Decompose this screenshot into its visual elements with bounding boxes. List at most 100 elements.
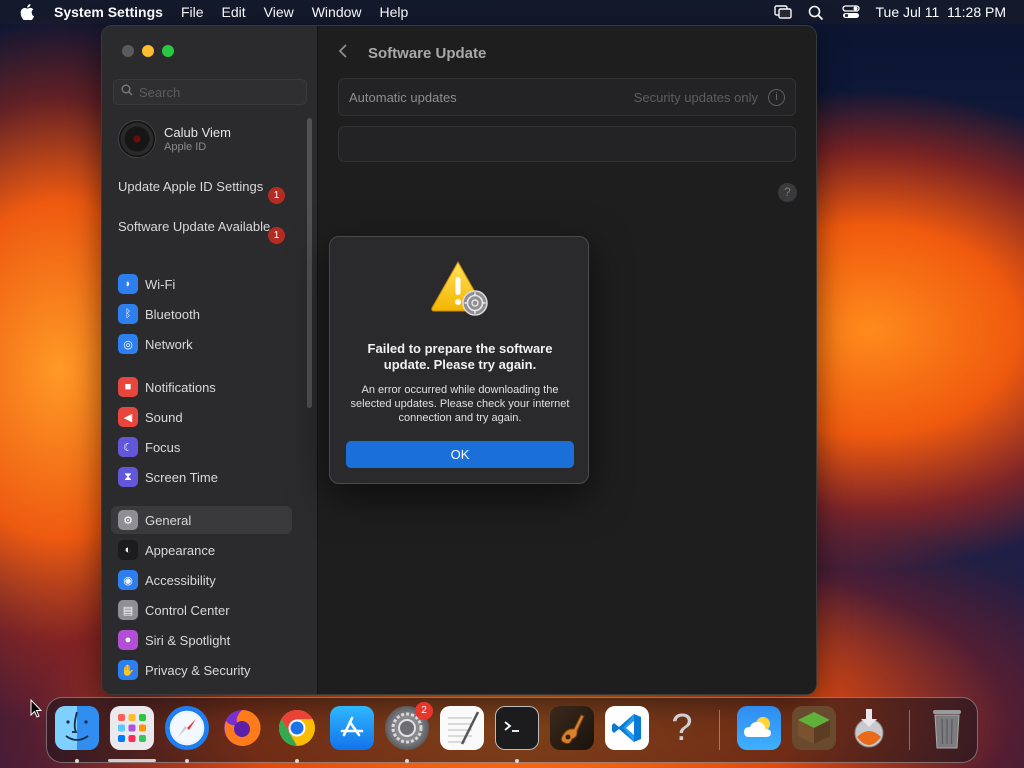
menu-window[interactable]: Window <box>303 4 371 20</box>
profile-subtitle: Apple ID <box>164 141 207 153</box>
update-apple-id-settings-item[interactable]: Update Apple ID Settings <box>118 179 288 195</box>
automatic-updates-row: Automatic updates Security updates only … <box>338 78 796 116</box>
sidebar-item-bluetooth[interactable]: ᛒ Bluetooth <box>111 300 292 328</box>
page-title: Software Update <box>368 45 487 62</box>
sidebar-scrollbar[interactable] <box>307 118 312 408</box>
dialog-message: An error occurred while downloading the … <box>350 384 570 424</box>
sidebar-item-screen-time[interactable]: ⧗ Screen Time <box>111 463 292 491</box>
terminal-icon[interactable] <box>495 706 539 750</box>
info-icon[interactable]: i <box>768 88 785 106</box>
finder-icon[interactable] <box>55 706 99 750</box>
vscode-icon[interactable] <box>605 706 649 750</box>
close-window-button[interactable] <box>122 45 134 57</box>
sidebar-item-notifications[interactable]: ■ Notifications <box>111 373 292 401</box>
automatic-updates-value: Security updates only <box>633 89 758 105</box>
menu-app-name[interactable]: System Settings <box>40 4 172 20</box>
sidebar-item-label: Privacy & Security <box>145 662 251 678</box>
sidebar-item-label: Screen Time <box>145 469 218 485</box>
apple-id-profile[interactable]: Calub Viem Apple ID <box>118 120 231 158</box>
wifi-icon: ◗ <box>118 274 138 294</box>
screen-mirroring-icon[interactable] <box>773 5 792 19</box>
sidebar-item-accessibility[interactable]: ◉ Accessibility <box>111 566 292 594</box>
weather-icon[interactable] <box>737 706 781 750</box>
chrome-icon[interactable] <box>275 706 319 750</box>
sidebar-item-privacy-security[interactable]: ✋ Privacy & Security <box>111 656 292 684</box>
sidebar-item-label: Siri & Spotlight <box>145 632 231 648</box>
sidebar-item-siri-spotlight[interactable]: ● Siri & Spotlight <box>111 626 292 654</box>
dock: 2 ? <box>46 697 978 763</box>
launchpad-icon[interactable] <box>110 706 154 750</box>
notice-badge: 1 <box>268 187 285 204</box>
sidebar-item-label: Notifications <box>145 379 216 395</box>
minimize-window-button[interactable] <box>142 45 154 57</box>
notice-badge: 1 <box>268 227 285 244</box>
sidebar-item-label: Appearance <box>145 542 216 558</box>
bell-icon: ■ <box>118 377 138 397</box>
sidebar-item-label: Sound <box>145 409 183 425</box>
firefox-icon[interactable] <box>220 706 264 750</box>
notification-badge: 2 <box>415 702 433 720</box>
software-update-available-item[interactable]: Software Update Available <box>118 219 288 235</box>
back-chevron-icon[interactable] <box>338 42 358 65</box>
sidebar-item-sound[interactable]: ◀ Sound <box>111 403 292 431</box>
help-button[interactable]: ? <box>778 183 797 202</box>
gear-icon: ⚙ <box>118 510 138 530</box>
automatic-updates-label: Automatic updates <box>349 89 457 105</box>
running-indicator <box>75 759 79 763</box>
menu-clock[interactable]: Tue Jul 11 11:28 PM <box>876 4 1006 20</box>
spotlight-search-icon[interactable] <box>808 5 826 21</box>
apple-menu-icon[interactable] <box>14 4 40 20</box>
sidebar: Calub Viem Apple ID Update Apple ID Sett… <box>102 26 318 694</box>
mouse-cursor-icon <box>30 698 44 719</box>
hand-icon: ✋ <box>118 660 138 680</box>
search-input[interactable] <box>139 84 299 100</box>
sidebar-item-wi-fi[interactable]: ◗ Wi-Fi <box>111 270 292 298</box>
menu-file[interactable]: File <box>172 4 213 20</box>
dock-separator <box>909 710 910 750</box>
installer-icon[interactable] <box>847 706 891 750</box>
minecraft-icon[interactable] <box>792 706 836 750</box>
dock-separator <box>719 710 720 750</box>
sidebar-item-network[interactable]: ◎ Network <box>111 330 292 358</box>
sidebar-item-label: Network <box>145 336 193 352</box>
menu-view[interactable]: View <box>255 4 303 20</box>
running-indicator <box>185 759 189 763</box>
safari-icon[interactable] <box>165 706 209 750</box>
sidebar-item-focus[interactable]: ☾ Focus <box>111 433 292 461</box>
app-store-icon[interactable] <box>330 706 374 750</box>
sidebar-item-label: Bluetooth <box>145 306 200 322</box>
window-controls <box>122 45 174 57</box>
moon-icon: ☾ <box>118 437 138 457</box>
running-indicator <box>515 759 519 763</box>
textedit-icon[interactable] <box>440 706 484 750</box>
running-indicator <box>295 759 299 763</box>
menu-help[interactable]: Help <box>371 4 418 20</box>
sidebar-item-label: Control Center <box>145 602 230 618</box>
sidebar-item-label: Accessibility <box>145 572 216 588</box>
sidebar-item-label: Wi-Fi <box>145 276 176 292</box>
globe-icon: ◎ <box>118 334 138 354</box>
garageband-icon[interactable] <box>550 706 594 750</box>
warning-icon <box>429 259 491 317</box>
sidebar-item-label: Focus <box>145 439 181 455</box>
bluetooth-icon: ᛒ <box>118 304 138 324</box>
sidebar-item-general[interactable]: ⚙ General <box>111 506 292 534</box>
zoom-window-button[interactable] <box>162 45 174 57</box>
dialog-title: Failed to prepare the software update. P… <box>367 341 553 372</box>
appearance-icon: ◐ <box>118 540 138 560</box>
ok-button[interactable]: OK <box>346 441 574 468</box>
search-icon <box>121 83 133 101</box>
menu-edit[interactable]: Edit <box>213 4 255 20</box>
update-status-row <box>338 126 796 162</box>
control-center-icon[interactable] <box>841 5 860 19</box>
error-dialog: Failed to prepare the software update. P… <box>329 236 589 484</box>
sidebar-item-control-center[interactable]: ▤ Control Center <box>111 596 292 624</box>
sidebar-item-appearance[interactable]: ◐ Appearance <box>111 536 292 564</box>
question-mark-icon[interactable]: ? <box>660 706 704 750</box>
trash-icon[interactable] <box>925 706 969 750</box>
search-field[interactable] <box>113 79 307 105</box>
speaker-icon: ◀ <box>118 407 138 427</box>
menu-bar: System Settings File Edit View Window He… <box>0 0 1024 24</box>
main-header: Software Update <box>338 42 486 65</box>
hourglass-icon: ⧗ <box>118 467 138 487</box>
